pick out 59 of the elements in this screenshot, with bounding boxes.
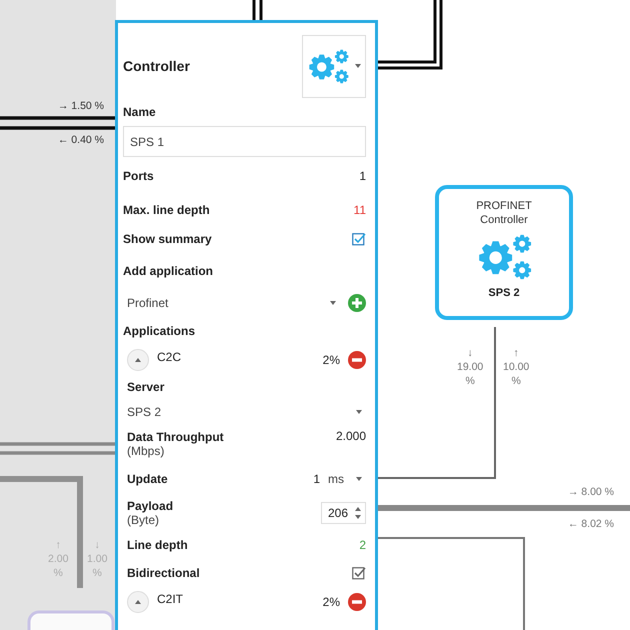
caret-icon: [356, 477, 362, 481]
gears-icon: [476, 234, 532, 280]
field-label: Bidirectional: [127, 566, 200, 580]
remove-icon[interactable]: [348, 351, 366, 369]
field-label: Line depth: [127, 538, 188, 552]
share-value: 2%: [322, 595, 340, 609]
checkbox[interactable]: [352, 232, 366, 246]
caret-icon: [135, 600, 141, 604]
link-label: ↑ 10.00 %: [503, 346, 530, 388]
field-label: Server: [127, 380, 164, 394]
field-label: Name: [123, 105, 156, 119]
caret-icon: [330, 301, 336, 305]
field-value: 11: [354, 203, 366, 217]
device-node[interactable]: [28, 610, 114, 630]
collapse-button[interactable]: [127, 591, 149, 613]
panel-title: Controller: [123, 58, 190, 74]
field-value: 1: [313, 472, 320, 486]
double-connector: [376, 0, 442, 70]
stepper-arrows-icon: [355, 507, 361, 519]
link-label: ↓ 19.00 %: [457, 346, 484, 388]
link-label: → 8.00 %: [568, 486, 614, 498]
add-icon[interactable]: [348, 294, 366, 312]
field-label: Show summary: [123, 232, 212, 246]
field-label: Ports: [123, 169, 154, 183]
caret-icon: [135, 358, 141, 362]
field-label: Update: [127, 472, 168, 486]
application-name: C2C: [157, 350, 182, 364]
unit-label: (Mbps): [127, 444, 166, 458]
field-label: Max. line depth: [123, 203, 210, 217]
icon-dropdown[interactable]: [302, 34, 366, 98]
field-value: 1: [359, 169, 366, 183]
link-label: ← 8.02 %: [568, 518, 614, 530]
link-label: ↑ 2.00 %: [48, 538, 68, 580]
server-select[interactable]: SPS 2: [127, 401, 366, 423]
field-label: Add application: [123, 264, 213, 278]
application-name: C2IT: [157, 592, 184, 606]
field-label: Payload: [127, 499, 174, 513]
gears-icon: [307, 48, 349, 84]
unit-select[interactable]: ms: [320, 468, 366, 490]
node-type: PROFINET Controller: [475, 199, 533, 227]
node-name: SPS 2: [488, 287, 520, 299]
unit-label: (Byte): [127, 513, 160, 527]
field-value: 2: [359, 538, 366, 552]
link-label: ← 0.40 %: [58, 134, 104, 146]
collapse-button[interactable]: [127, 349, 149, 371]
field-label: Data Throughput: [127, 430, 224, 444]
caret-icon: [356, 410, 362, 414]
name-input[interactable]: SPS 1: [123, 126, 366, 157]
number-spinner[interactable]: 206: [320, 502, 366, 524]
application-select[interactable]: Profinet: [123, 292, 340, 314]
checkbox[interactable]: [352, 566, 366, 580]
field-value: 2.000: [336, 429, 366, 443]
link-label: → 1.50 %: [58, 100, 104, 112]
remove-icon[interactable]: [348, 593, 366, 611]
caret-icon: [355, 64, 361, 68]
link-label: ↓ 1.00 %: [87, 538, 108, 580]
controller-node[interactable]: PROFINET Controller SPS 2: [435, 185, 573, 320]
field-label: Applications: [123, 324, 196, 338]
share-value: 2%: [322, 353, 340, 367]
